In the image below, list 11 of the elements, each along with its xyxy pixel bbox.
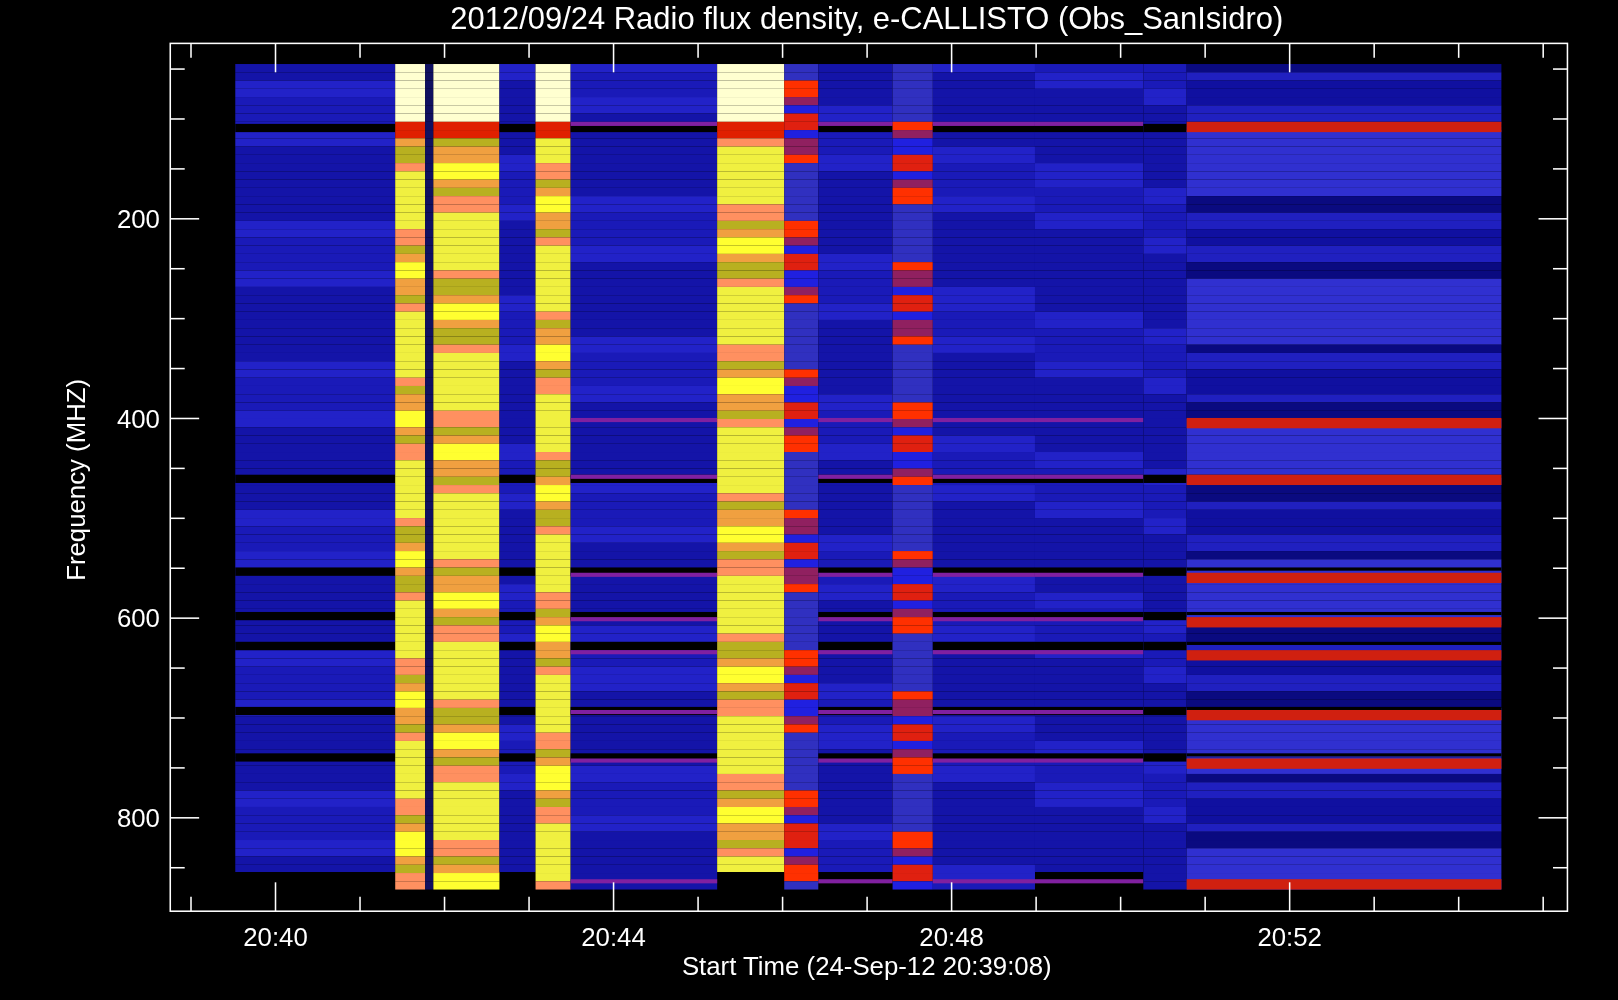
chart-title: 2012/09/24 Radio flux density, e-CALLISTO (Obs_SanIsidro) (450, 0, 1284, 36)
y-tick-label: 600 (116, 604, 160, 633)
x-tick-label: 20:44 (581, 923, 646, 952)
y-tick-label: 800 (116, 804, 160, 833)
y-tick-label: 400 (116, 404, 160, 433)
x-tick-label: 20:48 (919, 923, 984, 952)
y-axis-label: Frequency (MHZ) (61, 378, 90, 581)
x-tick-label: 20:52 (1257, 923, 1322, 952)
x-axis-label: Start Time (24-Sep-12 20:39:08) (681, 952, 1052, 981)
x-tick-label: 20:40 (243, 923, 308, 952)
y-tick-label: 200 (116, 205, 160, 234)
